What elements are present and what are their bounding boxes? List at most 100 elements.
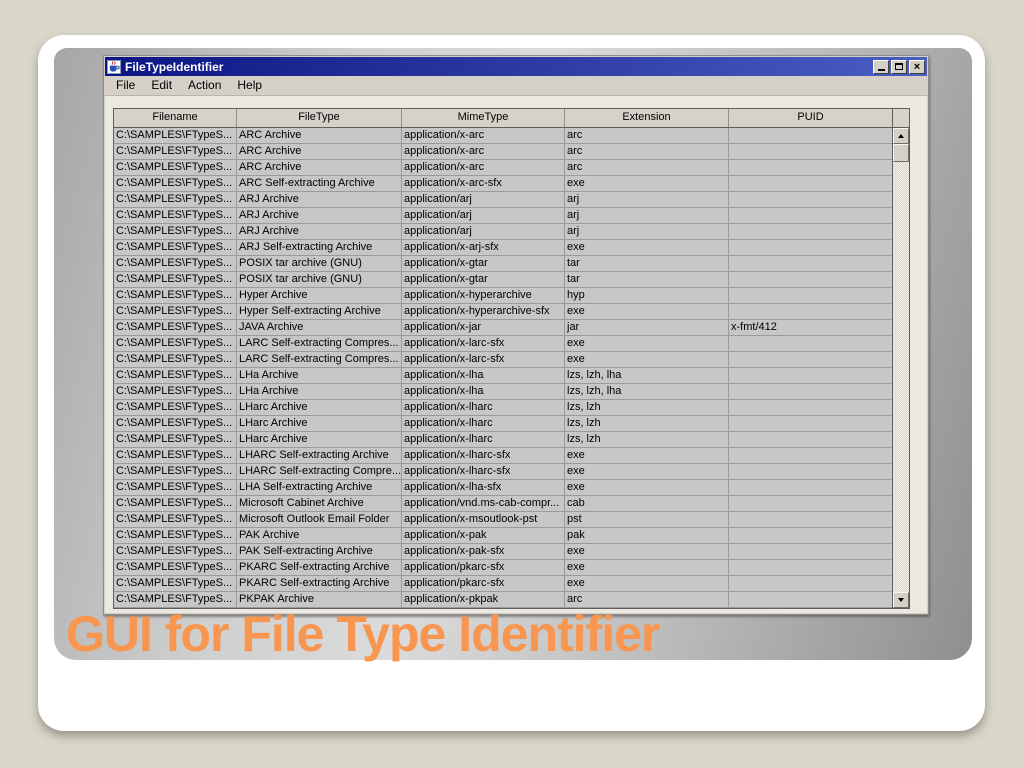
table-cell: C:\SAMPLES\FTypeS... [114,160,237,176]
table-cell: PKARC Self-extracting Archive [237,560,402,576]
column-header-puid[interactable]: PUID [729,109,892,127]
table-row[interactable]: C:\SAMPLES\FTypeS... Microsoft Cabinet Ar… [114,496,892,512]
table-cell [729,432,892,448]
table-row[interactable]: C:\SAMPLES\FTypeS... LHarc Archive applica… [114,432,892,448]
table-cell: C:\SAMPLES\FTypeS... [114,576,237,592]
window-controls: × [873,59,925,74]
table-cell: exe [565,544,729,560]
close-button[interactable]: × [909,59,925,74]
table-row[interactable]: C:\SAMPLES\FTypeS... LHa Archive applicati… [114,368,892,384]
table-row[interactable]: C:\SAMPLES\FTypeS... ARC Archive applicati… [114,144,892,160]
table-cell: application/x-lharc [402,416,565,432]
table-cell: LHarc Archive [237,432,402,448]
table-row[interactable]: C:\SAMPLES\FTypeS... ARJ Archive applicati… [114,224,892,240]
table-row[interactable]: C:\SAMPLES\FTypeS... ARC Archive applicati… [114,160,892,176]
table-cell: C:\SAMPLES\FTypeS... [114,464,237,480]
menu-item-help[interactable]: Help [229,76,270,95]
table-cell [729,240,892,256]
menu-item-action[interactable]: Action [180,76,229,95]
table-row[interactable]: C:\SAMPLES\FTypeS... ARJ Self-extracting … [114,240,892,256]
column-header-filename[interactable]: Filename [114,109,237,127]
table-row[interactable]: C:\SAMPLES\FTypeS... Hyper Archive applica… [114,288,892,304]
table-cell: LHA Self-extracting Archive [237,480,402,496]
table-cell [729,592,892,608]
table-row[interactable]: C:\SAMPLES\FTypeS... ARJ Archive applicati… [114,192,892,208]
table-cell [729,368,892,384]
table-cell: exe [565,336,729,352]
table-cell: exe [565,352,729,368]
table-cell [729,496,892,512]
scrollbar-track[interactable] [893,162,909,592]
table-cell: exe [565,304,729,320]
table-cell [729,384,892,400]
table-row[interactable]: C:\SAMPLES\FTypeS... Hyper Self-extractin… [114,304,892,320]
table-cell: application/x-larc-sfx [402,352,565,368]
window-titlebar[interactable]: FileTypeIdentifier × [105,57,927,76]
table-cell: C:\SAMPLES\FTypeS... [114,272,237,288]
table-cell [729,304,892,320]
table-cell: application/x-arc [402,128,565,144]
table-row[interactable]: C:\SAMPLES\FTypeS... POSIX tar archive (G… [114,256,892,272]
table-cell: ARC Archive [237,128,402,144]
table-row[interactable]: C:\SAMPLES\FTypeS... ARJ Archive applicati… [114,208,892,224]
table-row[interactable]: C:\SAMPLES\FTypeS... LHarc Archive applica… [114,416,892,432]
table-row[interactable]: C:\SAMPLES\FTypeS... LARC Self-extracting… [114,352,892,368]
table-row[interactable]: C:\SAMPLES\FTypeS... Microsoft Outlook Em… [114,512,892,528]
table-cell: lzs, lzh [565,416,729,432]
maximize-button[interactable] [891,59,907,74]
table-row[interactable]: C:\SAMPLES\FTypeS... PKARC Self-extractin… [114,560,892,576]
scrollbar-header-spacer [893,109,909,128]
column-header-extension[interactable]: Extension [565,109,729,127]
menu-bar: File Edit Action Help [105,76,927,96]
table-row[interactable]: C:\SAMPLES\FTypeS... LHA Self-extracting … [114,480,892,496]
scrollbar-thumb[interactable] [893,144,909,162]
scroll-down-button[interactable] [893,592,909,608]
table-cell: C:\SAMPLES\FTypeS... [114,144,237,160]
table-cell: tar [565,256,729,272]
table-cell: LHarc Archive [237,416,402,432]
table-cell: C:\SAMPLES\FTypeS... [114,224,237,240]
column-header-mimetype[interactable]: MimeType [402,109,565,127]
table-row[interactable]: C:\SAMPLES\FTypeS... LHa Archive applicati… [114,384,892,400]
table-cell: ARC Archive [237,160,402,176]
table-cell: application/pkarc-sfx [402,560,565,576]
table-cell: application/x-lharc-sfx [402,464,565,480]
table-cell [729,416,892,432]
table-cell: cab [565,496,729,512]
java-coffee-cup-icon [107,59,121,74]
table-cell [729,272,892,288]
table-cell: arj [565,192,729,208]
table-cell: C:\SAMPLES\FTypeS... [114,176,237,192]
table-cell: PAK Self-extracting Archive [237,544,402,560]
table-cell: arc [565,160,729,176]
vertical-scrollbar[interactable] [892,109,909,608]
table-cell: ARJ Archive [237,224,402,240]
table-row[interactable]: C:\SAMPLES\FTypeS... LHarc Archive applica… [114,400,892,416]
table-cell: pak [565,528,729,544]
table-cell: ARJ Archive [237,208,402,224]
table-row[interactable]: C:\SAMPLES\FTypeS... PKARC Self-extractin… [114,576,892,592]
menu-item-edit[interactable]: Edit [143,76,180,95]
table-row[interactable]: C:\SAMPLES\FTypeS... LHARC Self-extractin… [114,464,892,480]
table-row[interactable]: C:\SAMPLES\FTypeS... JAVA Archive applicat… [114,320,892,336]
table-cell [729,160,892,176]
table-cell: C:\SAMPLES\FTypeS... [114,192,237,208]
table-cell: exe [565,576,729,592]
menu-item-file[interactable]: File [108,76,143,95]
table-cell: tar [565,272,729,288]
slide-card: FileTypeIdentifier × File Edit Action Help … [38,35,985,731]
column-header-filetype[interactable]: FileType [237,109,402,127]
table-row[interactable]: C:\SAMPLES\FTypeS... PAK Archive applicati… [114,528,892,544]
table-row[interactable]: C:\SAMPLES\FTypeS... LHARC Self-extractin… [114,448,892,464]
table-row[interactable]: C:\SAMPLES\FTypeS... ARC Self-extracting … [114,176,892,192]
table-row[interactable]: C:\SAMPLES\FTypeS... PAK Self-extracting … [114,544,892,560]
table-cell [729,400,892,416]
table-row[interactable]: C:\SAMPLES\FTypeS... LARC Self-extracting… [114,336,892,352]
table-cell: LHa Archive [237,384,402,400]
table-row[interactable]: C:\SAMPLES\FTypeS... ARC Archive applicati… [114,128,892,144]
minimize-button[interactable] [873,59,889,74]
scroll-up-button[interactable] [893,128,909,144]
slide-title: GUI for File Type Identifier [66,606,660,662]
table-cell: C:\SAMPLES\FTypeS... [114,320,237,336]
table-row[interactable]: C:\SAMPLES\FTypeS... POSIX tar archive (G… [114,272,892,288]
